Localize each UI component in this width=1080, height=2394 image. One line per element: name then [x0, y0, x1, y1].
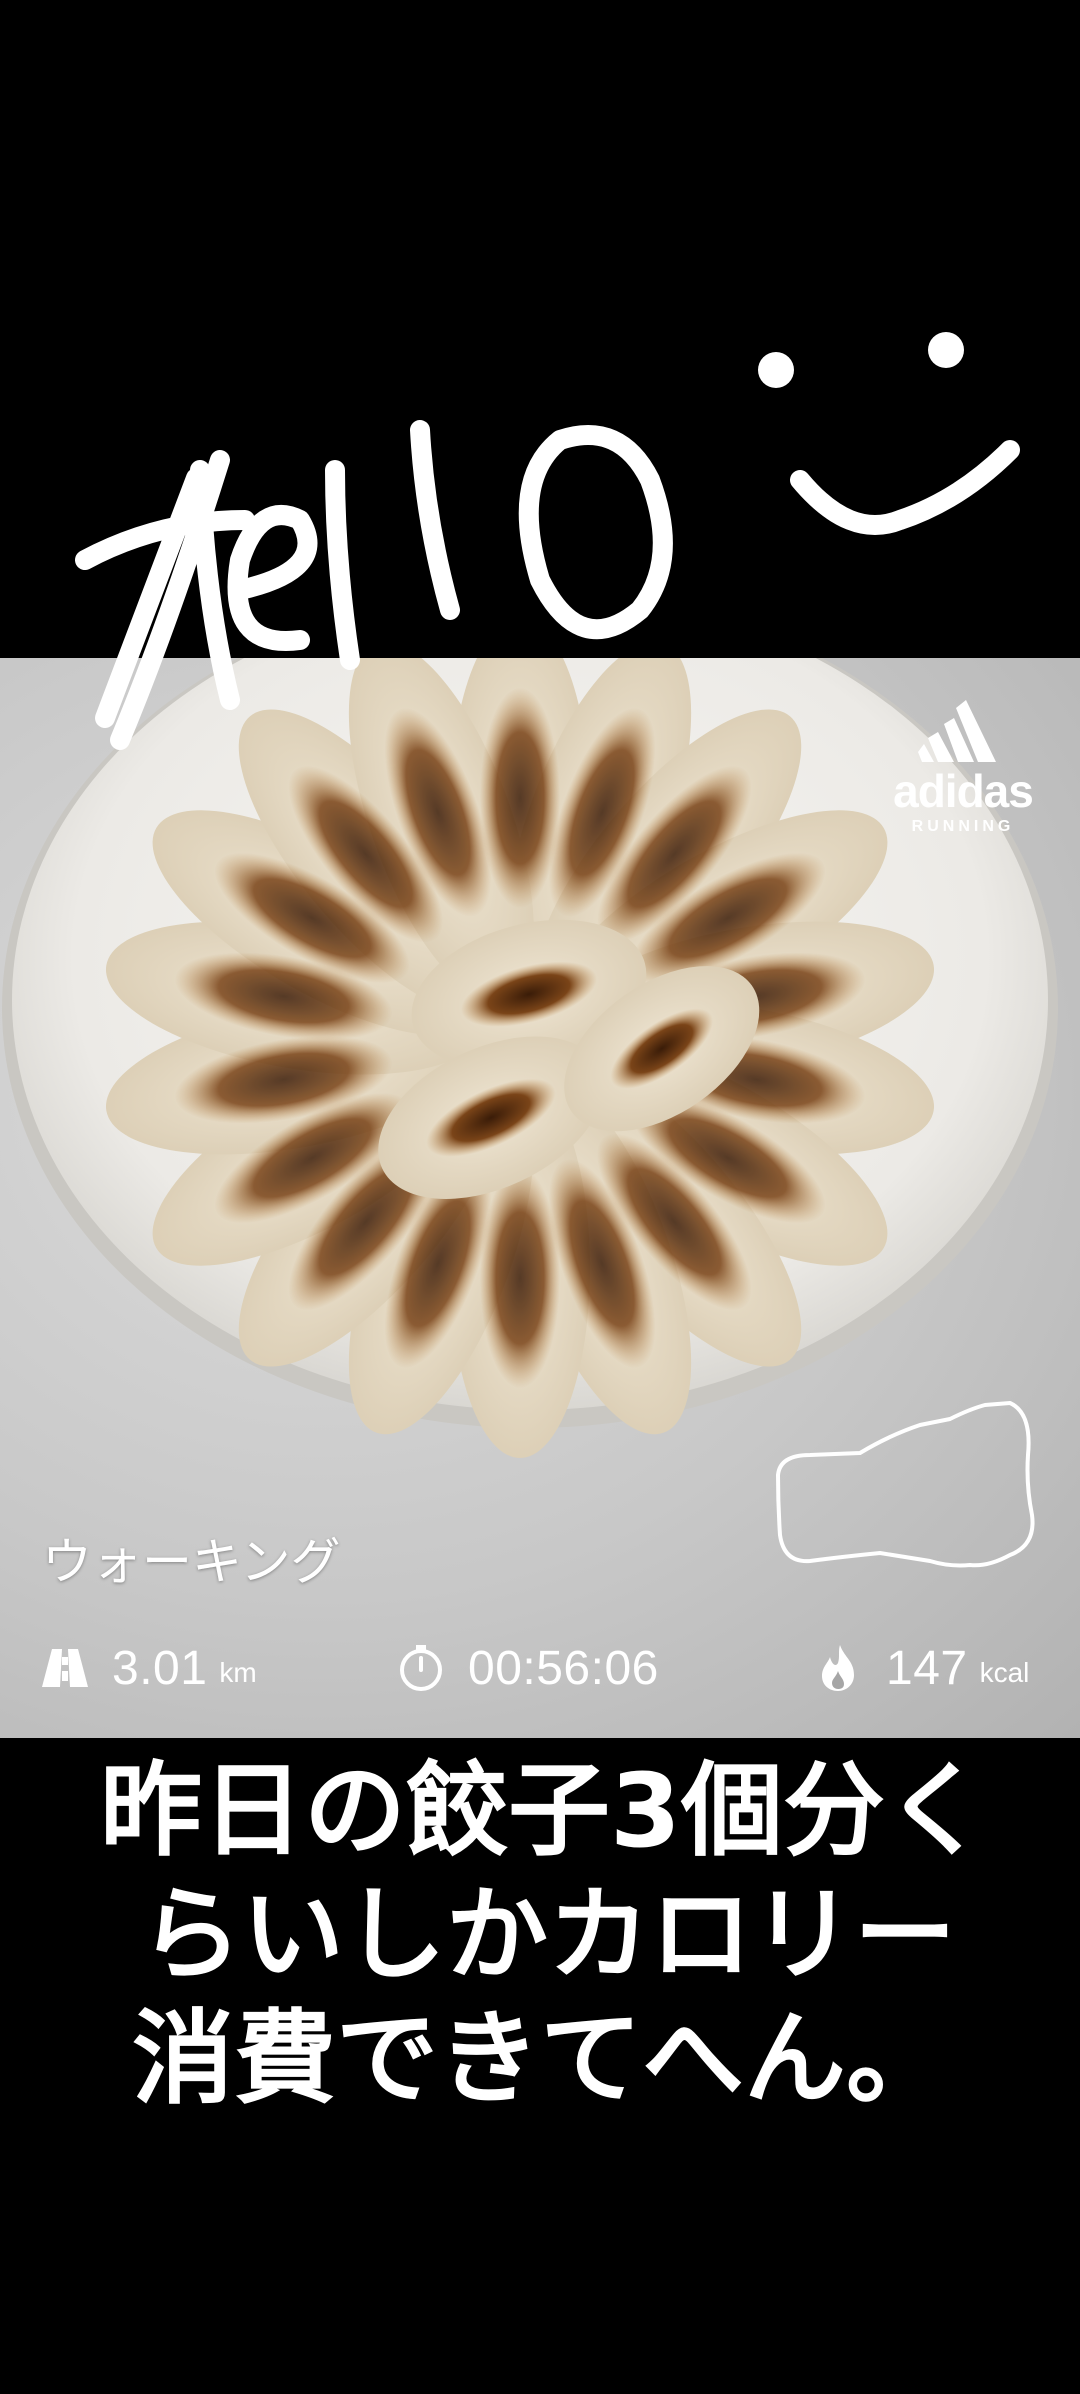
adidas-stripes-icon: [918, 700, 996, 762]
workout-stats: 3.01 km 00:56:06 147 kcal: [0, 1628, 1080, 1708]
caption-text: 昨日の餃子3個分く らいしかカロリー 消費できてへん。: [0, 1750, 1080, 2122]
caption-line-2: らいしかカロリー: [140, 1876, 956, 1995]
calories-unit: kcal: [979, 1657, 1030, 1688]
adidas-running-logo: adidas RUNNING: [878, 696, 1048, 836]
brand-name: adidas: [893, 765, 1034, 817]
distance-stat: 3.01 km: [40, 1628, 257, 1708]
road-icon: [42, 1649, 88, 1687]
hello-drawing: [75, 332, 1020, 750]
distance-unit: km: [219, 1657, 257, 1688]
duration-value: 00:56:06: [468, 1641, 659, 1695]
route-map: [770, 1395, 1050, 1595]
brand-subtitle: RUNNING: [911, 818, 1015, 835]
flame-icon: [822, 1645, 854, 1691]
stopwatch-icon: [400, 1645, 442, 1691]
distance-value: 3.01: [112, 1641, 208, 1695]
duration-stat: 00:56:06: [396, 1628, 659, 1708]
calories-stat: 147 kcal: [814, 1628, 1029, 1708]
calories-value: 147: [886, 1641, 968, 1695]
activity-type-label: ウォーキング: [42, 1533, 341, 1591]
caption-line-3: 消費できてへん。: [132, 2000, 948, 2119]
route-path-icon: [776, 1401, 1035, 1568]
caption-line-1: 昨日の餃子3個分く: [100, 1752, 987, 1871]
handwritten-hello-overlay: [0, 0, 1080, 760]
